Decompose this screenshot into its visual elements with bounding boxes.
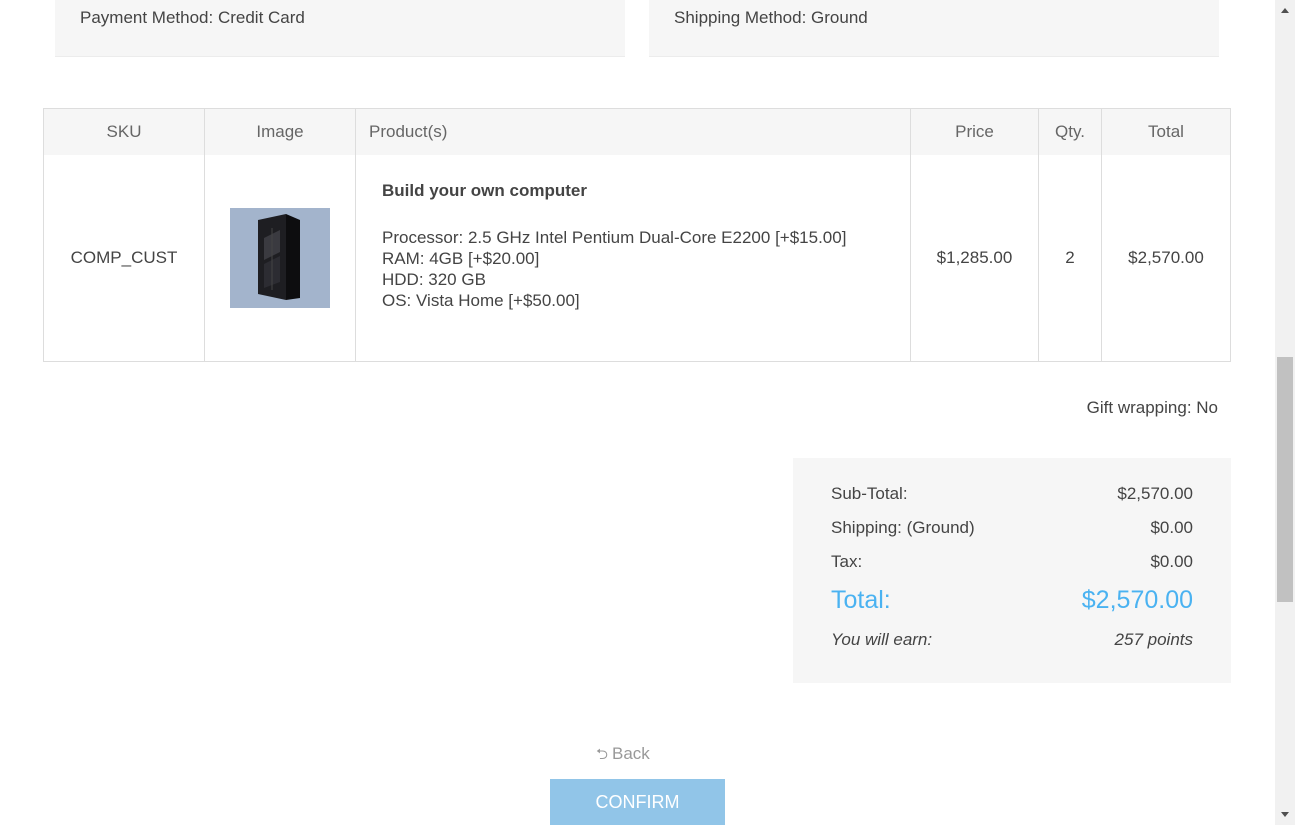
attribute-hdd: HDD: 320 GB <box>382 270 486 289</box>
cart-table: SKU Image Product(s) Price Qty. Total CO… <box>43 108 1231 362</box>
cell-total: $2,570.00 <box>1101 155 1231 362</box>
computer-tower-icon <box>230 208 330 308</box>
cell-qty: 2 <box>1038 155 1102 362</box>
checkout-confirm-page: Payment Method: Credit Card Shipping Met… <box>0 0 1295 825</box>
header-total: Total <box>1101 108 1231 155</box>
product-attributes: Processor: 2.5 GHz Intel Pentium Dual-Co… <box>382 227 910 311</box>
subtotal-value: $2,570.00 <box>1117 484 1193 503</box>
shipping-label: Shipping: (Ground) <box>831 518 975 537</box>
attribute-processor: Processor: 2.5 GHz Intel Pentium Dual-Co… <box>382 228 847 247</box>
gift-wrapping-info: Gift wrapping: No <box>1086 398 1218 417</box>
back-arrow-icon: ⮌ <box>596 746 609 763</box>
header-image: Image <box>204 108 356 155</box>
cell-image <box>204 155 356 362</box>
table-header-row: SKU Image Product(s) Price Qty. Total <box>43 108 1231 155</box>
scroll-down-icon[interactable] <box>1281 812 1289 817</box>
payment-method-text: Payment Method: Credit Card <box>80 8 305 27</box>
cell-product: Build your own computer Processor: 2.5 G… <box>355 155 911 362</box>
vertical-scrollbar[interactable] <box>1275 0 1295 825</box>
order-totals-panel: Sub-Total: $2,570.00 Shipping: (Ground) … <box>793 458 1231 683</box>
product-image[interactable] <box>230 208 330 308</box>
confirm-button[interactable]: Confirm <box>550 779 725 825</box>
payment-method-box: Payment Method: Credit Card <box>55 0 625 57</box>
header-qty: Qty. <box>1038 108 1102 155</box>
attribute-os: OS: Vista Home [+$50.00] <box>382 291 580 310</box>
header-products: Product(s) <box>355 108 911 155</box>
order-total-label: Total: <box>831 586 891 614</box>
header-price: Price <box>910 108 1039 155</box>
attribute-ram: RAM: 4GB [+$20.00] <box>382 249 540 268</box>
product-name[interactable]: Build your own computer <box>382 181 910 201</box>
tax-value: $0.00 <box>1150 552 1193 571</box>
tax-label: Tax: <box>831 552 863 571</box>
cell-sku: COMP_CUST <box>43 155 205 362</box>
shipping-method-box: Shipping Method: Ground <box>649 0 1219 57</box>
back-link[interactable]: ⮌ Back <box>596 744 650 769</box>
scroll-up-icon[interactable] <box>1281 8 1289 13</box>
shipping-method-text: Shipping Method: Ground <box>674 8 868 27</box>
subtotal-label: Sub-Total: <box>831 484 908 503</box>
reward-points-label: You will earn: <box>831 630 933 649</box>
back-label: Back <box>612 744 650 763</box>
cell-price: $1,285.00 <box>910 155 1039 362</box>
scroll-thumb[interactable] <box>1277 357 1293 602</box>
order-total-value: $2,570.00 <box>1081 586 1193 614</box>
table-row: COMP_CUST Build your own computer Proces… <box>43 155 1231 362</box>
header-sku: SKU <box>43 108 205 155</box>
reward-points-value: 257 points <box>1114 630 1193 649</box>
shipping-value: $0.00 <box>1150 518 1193 537</box>
